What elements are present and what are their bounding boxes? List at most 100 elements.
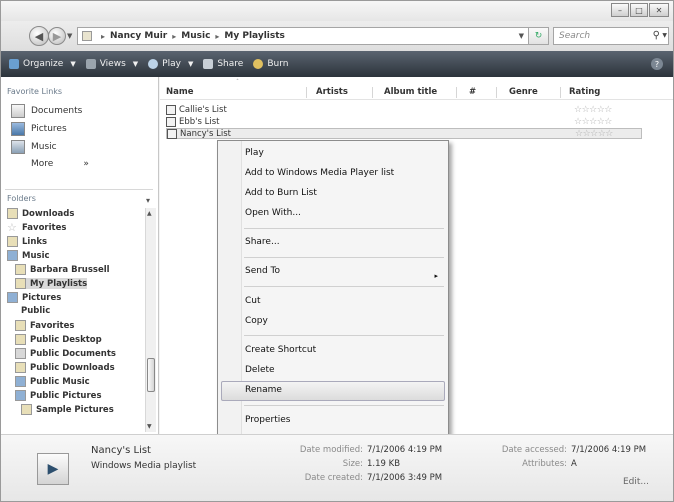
tree-item-label: My Playlists [30,278,88,289]
column-separator[interactable] [560,87,561,98]
file-row-callies-list[interactable]: Callie's List ☆☆☆☆☆ [166,104,642,115]
chevron-down-icon: ▼ [187,60,194,68]
breadcrumb-music[interactable]: Music [181,31,210,41]
share-icon [203,59,214,69]
recent-pages-dropdown-icon[interactable]: ▼ [67,32,72,40]
back-button[interactable]: ◀ [29,26,49,46]
tree-item-sample-pictures[interactable]: Sample Pictures [21,404,114,415]
playlist-thumbnail-icon: ▶ [37,453,69,485]
rating-stars[interactable]: ☆☆☆☆☆ [575,129,613,139]
column-separator[interactable] [456,87,457,98]
tree-item-public-pictures[interactable]: Public Pictures [15,390,102,401]
column-header-album-title[interactable]: Album title [384,87,437,97]
tree-item-my-playlists[interactable]: My Playlists [15,278,88,289]
tree-item-links[interactable]: Links [7,236,47,247]
tree-item-label: Music [22,250,50,261]
tree-item-public[interactable]: Public [21,306,50,316]
favorite-link-music[interactable]: Music [11,140,57,154]
views-button[interactable]: Views ▼ [85,59,138,69]
burn-button[interactable]: Burn [253,59,288,69]
column-separator[interactable] [306,87,307,98]
maximize-button[interactable]: □ [630,3,648,17]
refresh-button[interactable]: ↻ [529,27,549,45]
tree-item-public-desktop[interactable]: Public Desktop [15,334,102,345]
folder-icon [15,362,26,373]
scrollbar-thumb[interactable] [147,358,155,392]
tree-item-pictures[interactable]: Pictures [7,292,61,303]
music-icon [11,140,25,154]
folders-title[interactable]: Folders [7,194,36,203]
column-header-artists[interactable]: Artists [316,87,348,97]
breadcrumb-my-playlists[interactable]: My Playlists [224,31,285,41]
menu-item-properties[interactable]: Properties [245,415,290,425]
file-row-nancys-list[interactable]: Nancy's List ☆☆☆☆☆ [166,128,642,139]
play-button[interactable]: Play ▼ [148,59,193,69]
tree-item-music[interactable]: Music [7,250,50,261]
tree-item-public-favorites[interactable]: Favorites [15,320,74,331]
details-accessed-label: Date accessed: [501,445,567,455]
menu-item-play[interactable]: Play [245,148,264,158]
search-icon[interactable]: ⚲ [653,30,660,41]
rating-stars[interactable]: ☆☆☆☆☆ [574,105,612,115]
menu-item-add-to-wmp-list[interactable]: Add to Windows Media Player list [245,168,394,178]
details-modified-label: Date modified: [299,445,363,455]
column-header-genre[interactable]: Genre [509,87,538,97]
scroll-down-icon[interactable]: ▼ [147,423,152,430]
edit-details-link[interactable]: Edit... [623,477,649,487]
command-toolbar: Organize ▼ Views ▼ Play ▼ Share Burn ? [1,51,673,77]
menu-item-copy[interactable]: Copy [245,316,268,326]
menu-item-open-with[interactable]: Open With... [245,208,301,218]
share-button[interactable]: Share [203,59,243,69]
tree-item-barbara-brussell[interactable]: Barbara Brussell [15,264,110,275]
close-button[interactable]: ✕ [649,3,669,17]
address-bar[interactable]: ▸ Nancy Muir ▸ Music ▸ My Playlists ▼ [77,27,529,45]
column-header-number[interactable]: # [469,87,476,97]
tree-item-public-music[interactable]: Public Music [15,376,90,387]
favorite-link-pictures[interactable]: Pictures [11,122,67,136]
details-accessed-value: 7/1/2006 4:19 PM [571,445,647,455]
menu-item-delete[interactable]: Delete [245,365,275,375]
menu-item-add-to-burn-list[interactable]: Add to Burn List [245,188,317,198]
minimize-button[interactable]: – [611,3,629,17]
tree-item-public-downloads[interactable]: Public Downloads [15,362,115,373]
play-icon [148,59,159,69]
favorite-link-label: Music [31,142,57,152]
folder-tree-scrollbar[interactable]: ▲ ▼ [145,208,156,432]
share-label: Share [217,59,244,69]
rating-stars[interactable]: ☆☆☆☆☆ [574,117,612,127]
title-bar: – □ ✕ [1,1,673,21]
more-links-button[interactable]: More » [31,159,89,169]
search-dropdown-icon[interactable]: ▼ [662,32,667,39]
tree-item-public-documents[interactable]: Public Documents [15,348,116,359]
folder-icon [7,208,18,219]
breadcrumb-nancy-muir[interactable]: Nancy Muir [110,31,167,41]
scroll-up-icon[interactable]: ▲ [147,210,152,217]
tree-item-favorites[interactable]: ☆ Favorites [7,222,66,233]
organize-button[interactable]: Organize ▼ [9,59,76,69]
submenu-arrow-icon: ▸ [434,272,438,280]
folder-icon [82,31,92,41]
favorite-link-documents[interactable]: Documents [11,104,82,118]
forward-button[interactable]: ▶ [48,27,66,45]
tree-item-downloads[interactable]: Downloads [7,208,74,219]
address-dropdown-icon[interactable]: ▼ [519,32,524,40]
menu-item-create-shortcut[interactable]: Create Shortcut [245,345,316,355]
star-icon: ☆ [7,221,17,234]
file-row-ebbs-list[interactable]: Ebb's List ☆☆☆☆☆ [166,116,642,127]
column-separator[interactable] [496,87,497,98]
folder-icon [15,278,26,289]
menu-item-cut[interactable]: Cut [245,296,261,306]
favorite-links-title: Favorite Links [7,87,63,96]
column-separator[interactable] [372,87,373,98]
menu-item-share[interactable]: Share... [245,237,280,247]
menu-item-send-to[interactable]: Send To [245,266,280,276]
details-size-label: Size: [342,459,363,469]
help-icon[interactable]: ? [651,58,663,70]
folder-icon [7,236,18,247]
column-header-rating[interactable]: Rating [569,87,600,97]
column-header-name[interactable]: Name [166,87,193,97]
chevron-down-icon[interactable]: ▾ [146,196,150,205]
search-input[interactable]: Search ⚲ ▼ [553,27,669,45]
menu-item-rename[interactable]: Rename [245,385,282,395]
tree-item-label: Links [22,236,48,247]
